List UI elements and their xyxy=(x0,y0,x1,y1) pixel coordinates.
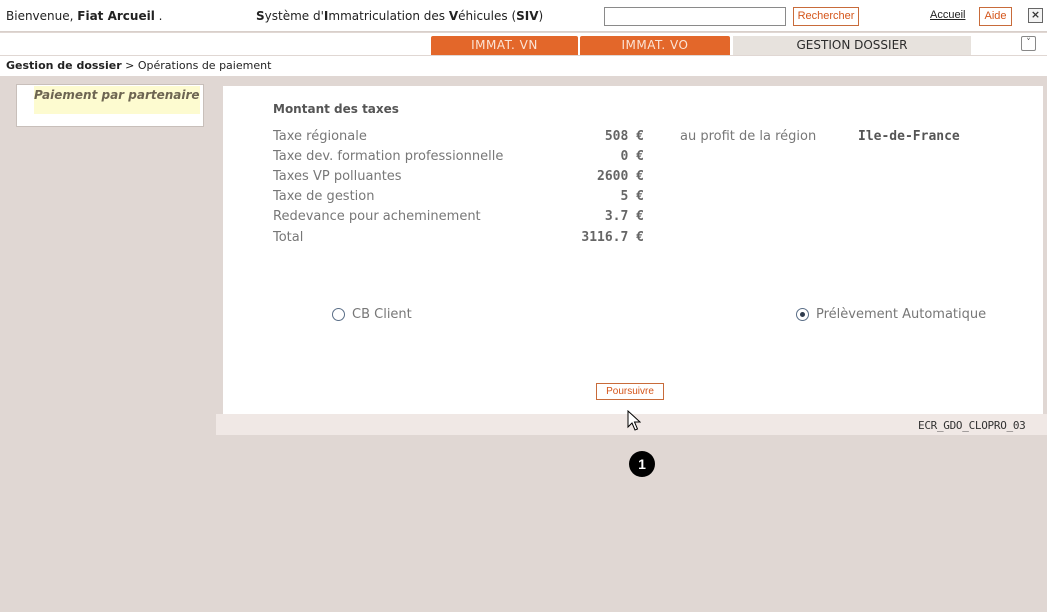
close-icon[interactable]: × xyxy=(1028,8,1043,23)
title-part: mmatriculation des xyxy=(328,9,449,23)
tax-amount: 508 € xyxy=(604,129,644,144)
tax-amount: 3.7 € xyxy=(604,209,644,224)
title-part: éhicules ( xyxy=(458,9,517,23)
tax-label: Redevance pour acheminement xyxy=(273,209,481,224)
tax-label: Taxes VP polluantes xyxy=(273,169,402,184)
welcome-prefix: Bienvenue, xyxy=(6,9,78,23)
tax-amount: 0 € xyxy=(620,149,644,164)
tax-label: Taxe régionale xyxy=(273,129,367,144)
tax-amount: 2600 € xyxy=(597,169,644,184)
tax-total-label: Total xyxy=(273,230,304,245)
payment-option-cb-client[interactable]: CB Client xyxy=(332,307,412,322)
tab-immat-vn[interactable]: IMMAT. VN xyxy=(431,36,578,55)
tax-total-amount: 3116.7 € xyxy=(581,230,644,245)
search-button[interactable]: Rechercher xyxy=(793,7,859,26)
system-title: Système d'Immatriculation des Véhicules … xyxy=(256,9,543,23)
breadcrumb: Gestion de dossier > Opérations de paiem… xyxy=(6,59,271,72)
title-initial-v: V xyxy=(448,9,459,23)
step-marker: 1 xyxy=(629,451,655,477)
title-acronym: SIV xyxy=(516,9,539,23)
tax-label: Taxe dev. formation professionnelle xyxy=(273,149,504,164)
breadcrumb-section[interactable]: Gestion de dossier xyxy=(6,59,122,72)
payment-option-prelevement[interactable]: Prélèvement Automatique xyxy=(796,307,986,322)
breadcrumb-separator: > xyxy=(121,59,138,72)
tax-label: Taxe de gestion xyxy=(273,189,375,204)
home-link[interactable]: Accueil xyxy=(930,9,965,21)
chevron-down-icon[interactable]: ˅ xyxy=(1021,36,1036,51)
welcome-message: Bienvenue, Fiat Arcueil . xyxy=(6,9,162,23)
radio-button-selected[interactable] xyxy=(796,308,809,321)
region-label: au profit de la région xyxy=(680,129,817,144)
region-name: Ile-de-France xyxy=(858,129,960,144)
welcome-suffix: . xyxy=(154,9,163,23)
continue-button[interactable]: Poursuivre xyxy=(596,383,664,400)
user-name: Fiat Arcueil xyxy=(77,9,155,23)
title-part: ystème d' xyxy=(264,9,324,23)
mouse-cursor-icon xyxy=(627,410,641,431)
title-part: ) xyxy=(538,9,544,23)
side-menu-item-paiement-partenaire[interactable]: Paiement par partenaire xyxy=(34,86,200,114)
screen-code: ECR_GDO_CLOPRO_03 xyxy=(918,419,1026,432)
help-button[interactable]: Aide xyxy=(979,7,1012,26)
tab-immat-vo[interactable]: IMMAT. VO xyxy=(580,36,730,55)
taxes-heading: Montant des taxes xyxy=(273,102,399,116)
breadcrumb-page: Opérations de paiement xyxy=(137,59,272,72)
radio-button[interactable] xyxy=(332,308,345,321)
search-input[interactable] xyxy=(604,7,786,26)
radio-label: Prélèvement Automatique xyxy=(816,307,987,322)
radio-label: CB Client xyxy=(352,307,412,322)
title-initial-s: S xyxy=(256,9,265,23)
tab-gestion-dossier[interactable]: GESTION DOSSIER xyxy=(733,36,971,55)
tax-amount: 5 € xyxy=(620,189,644,204)
